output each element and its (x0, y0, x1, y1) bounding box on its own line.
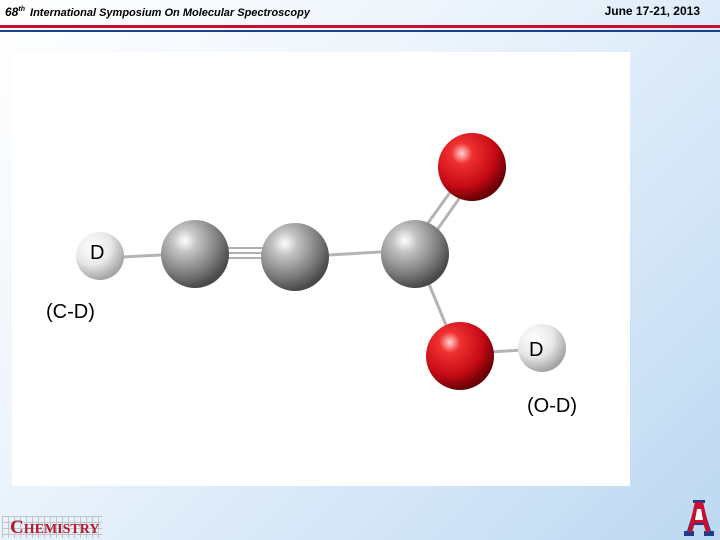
university-a-logo (684, 500, 714, 536)
chemistry-logo-initial: C (10, 517, 24, 538)
chemistry-logo-rest: HEMISTRY (23, 522, 100, 537)
molecule-diagram (76, 133, 566, 390)
oxygen-atom-carbonyl (438, 133, 506, 201)
conference-name: International Symposium On Molecular Spe… (30, 7, 310, 19)
edition-number: 68 (5, 5, 19, 19)
label-od-atom: D (529, 339, 544, 361)
header-rule-blue (0, 30, 720, 32)
carbon-atom-3 (381, 220, 449, 288)
molecule-image-panel: D (C-D) D (O-D) (12, 52, 630, 486)
label-cd-bond: (C-D) (46, 301, 95, 323)
conference-date: June 17-21, 2013 (604, 4, 700, 18)
oxygen-atom-hydroxyl (426, 322, 494, 390)
header-rule-red (0, 25, 720, 28)
chemistry-department-logo: CHEMISTRY (2, 514, 102, 538)
edition-suffix: th (18, 6, 25, 13)
carbon-atom-1 (161, 220, 229, 288)
label-cd-atom: D (90, 242, 105, 264)
chemistry-logo-text: CHEMISTRY (10, 517, 99, 539)
slide-header: 68th International Symposium On Molecula… (0, 0, 720, 34)
label-od-bond: (O-D) (527, 395, 577, 417)
carbon-atom-2 (261, 223, 329, 291)
conference-title: 68th International Symposium On Molecula… (5, 5, 310, 19)
